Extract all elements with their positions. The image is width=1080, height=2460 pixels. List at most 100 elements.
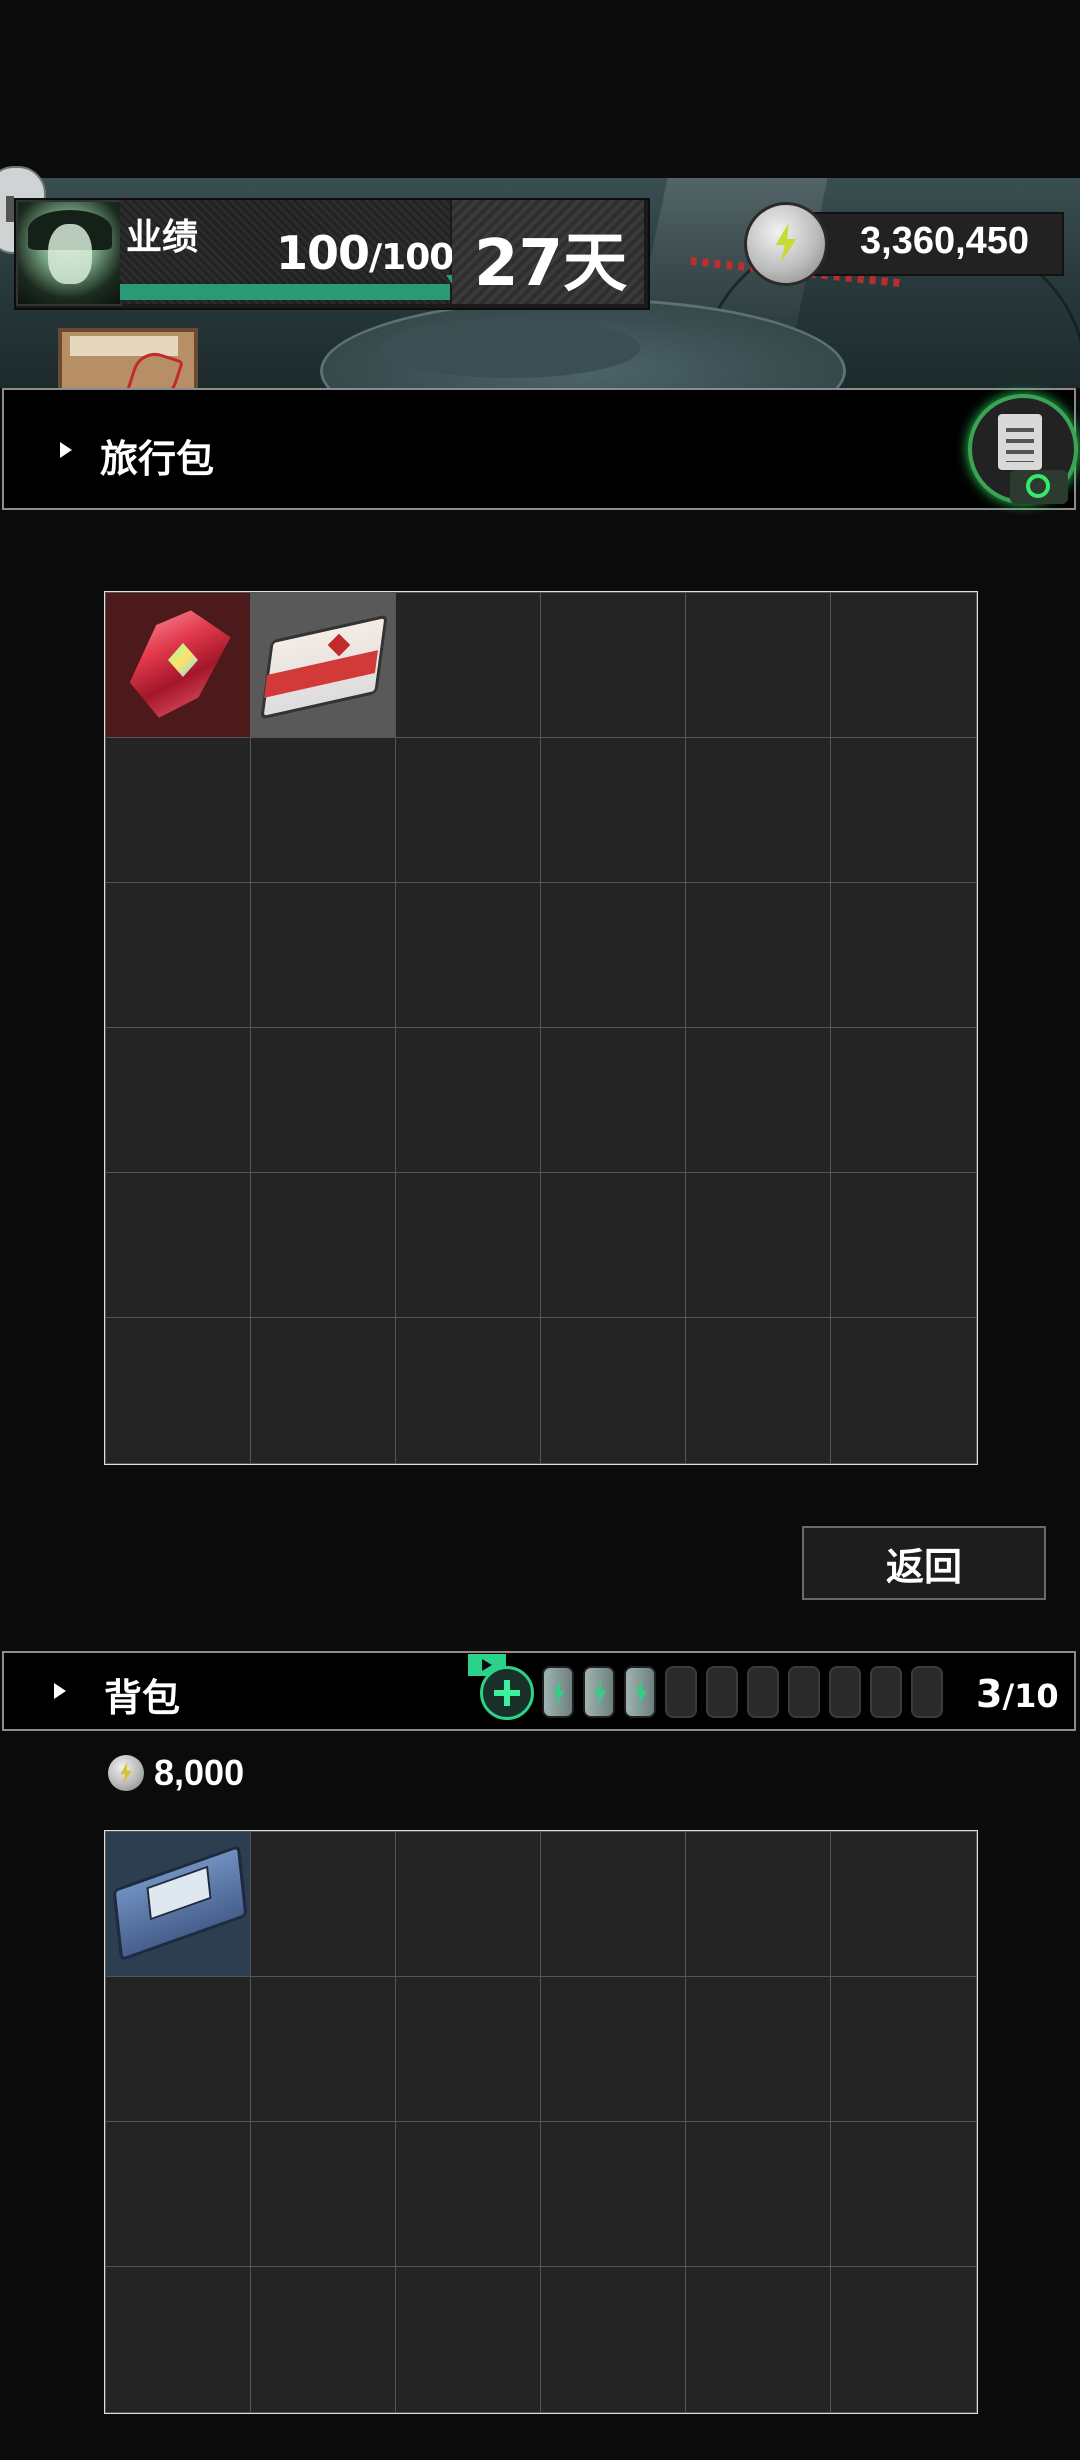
- travel-bag-slot[interactable]: [395, 1317, 542, 1464]
- travel-bag-slot[interactable]: [250, 1317, 397, 1464]
- performance-current: 100: [276, 226, 370, 280]
- performance-value: 100/100: [276, 226, 454, 280]
- slot-used: 3: [976, 1672, 1003, 1716]
- travel-bag-slot[interactable]: [830, 1027, 977, 1174]
- backpack-slot[interactable]: [685, 2121, 832, 2268]
- performance-max: /100: [369, 237, 454, 278]
- travel-bag-slot[interactable]: [540, 592, 687, 739]
- travel-bag-slot[interactable]: [105, 1027, 252, 1174]
- backpack-grid: [104, 1830, 978, 2414]
- travel-bag-slot[interactable]: [250, 1172, 397, 1319]
- backpack-slot[interactable]: [250, 1831, 397, 1978]
- battery-full-icon: [583, 1666, 615, 1718]
- battery-empty-icon: [747, 1666, 779, 1718]
- backpack-slot[interactable]: [685, 1831, 832, 1978]
- travel-bag-slot[interactable]: [540, 737, 687, 884]
- backpack-slot[interactable]: [830, 1976, 977, 2123]
- lightning-bolt-icon: [553, 1680, 565, 1706]
- travel-bag-slot[interactable]: [395, 592, 542, 739]
- travel-bag-slot[interactable]: [540, 1317, 687, 1464]
- backpack-slot[interactable]: [540, 1976, 687, 2123]
- lightning-bolt-icon: [635, 1680, 647, 1706]
- backpack-money: 8,000: [154, 1752, 245, 1793]
- currency-value: 3,360,450: [860, 220, 1030, 262]
- battery-empty-icon: [870, 1666, 902, 1718]
- backpack-slot[interactable]: [830, 2266, 977, 2413]
- clipboard-lines: [1006, 428, 1034, 462]
- add-slot-button[interactable]: [480, 1666, 534, 1720]
- travel-bag-slot[interactable]: [395, 1027, 542, 1174]
- backpack-slot[interactable]: [395, 2121, 542, 2268]
- stage-center: [380, 318, 640, 378]
- travel-bag-slot[interactable]: [105, 1172, 252, 1319]
- battery-empty-icon: [829, 1666, 861, 1718]
- performance-label: 业绩: [126, 217, 199, 258]
- battery-full-icon: [624, 1666, 656, 1718]
- slot-count: 3/10: [976, 1672, 1059, 1716]
- travel-bag-slot[interactable]: [830, 882, 977, 1029]
- travel-bag-slot[interactable]: [105, 592, 252, 739]
- travel-bag-slot[interactable]: [685, 592, 832, 739]
- travel-bag-slot[interactable]: [685, 737, 832, 884]
- travel-bag-slot[interactable]: [250, 592, 397, 739]
- battery-empty-icon: [911, 1666, 943, 1718]
- backpack-slot[interactable]: [685, 1976, 832, 2123]
- travel-bag-slot[interactable]: [685, 882, 832, 1029]
- travel-bag-slot[interactable]: [540, 1027, 687, 1174]
- travel-bag-slot[interactable]: [685, 1317, 832, 1464]
- backpack-slot[interactable]: [830, 2121, 977, 2268]
- backpack-slot[interactable]: [250, 1976, 397, 2123]
- performance-bar-fill: [120, 284, 450, 300]
- backpack-slot[interactable]: [395, 2266, 542, 2413]
- backpack-slot[interactable]: [105, 2266, 252, 2413]
- travel-bag-slot[interactable]: [395, 1172, 542, 1319]
- backpack-slot[interactable]: [685, 2266, 832, 2413]
- backpack-slot[interactable]: [250, 2266, 397, 2413]
- lightning-bolt-icon: [775, 223, 797, 263]
- travel-bag-slot[interactable]: [685, 1172, 832, 1319]
- travel-bag-slot[interactable]: [105, 737, 252, 884]
- poster-sign-banner: [70, 336, 178, 356]
- travel-bag-slot[interactable]: [250, 1027, 397, 1174]
- battery-full-icon: [542, 1666, 574, 1718]
- slot-total: /10: [1002, 1677, 1059, 1715]
- backpack-slot[interactable]: [250, 2121, 397, 2268]
- backpack-slot[interactable]: [540, 1831, 687, 1978]
- avatar-face: [48, 224, 92, 284]
- travel-bag-title: 旅行包: [100, 437, 215, 481]
- lightning-coin-icon: [108, 1755, 144, 1791]
- search-icon: [1026, 474, 1050, 498]
- backpack-slot[interactable]: [540, 2266, 687, 2413]
- backpack-title: 背包: [104, 1676, 181, 1720]
- backpack-slot[interactable]: [105, 1831, 252, 1978]
- expand-triangle-icon: [54, 1683, 66, 1699]
- travel-bag-slot[interactable]: [830, 1172, 977, 1319]
- backpack-slot[interactable]: [395, 1831, 542, 1978]
- backpack-slot[interactable]: [830, 1831, 977, 1978]
- backpack-slot[interactable]: [395, 1976, 542, 2123]
- expand-triangle-icon: [60, 442, 72, 458]
- travel-bag-slot[interactable]: [540, 1172, 687, 1319]
- travel-bag-slot[interactable]: [105, 882, 252, 1029]
- travel-bag-grid: [104, 591, 978, 1465]
- travel-bag-slot[interactable]: [830, 1317, 977, 1464]
- backpack-slot[interactable]: [105, 1976, 252, 2123]
- travel-bag-slot[interactable]: [395, 882, 542, 1029]
- backpack-slot[interactable]: [105, 2121, 252, 2268]
- avatar[interactable]: [16, 200, 122, 306]
- travel-bag-slot[interactable]: [395, 737, 542, 884]
- travel-bag-slot[interactable]: [105, 1317, 252, 1464]
- travel-bag-slot[interactable]: [540, 882, 687, 1029]
- travel-bag-slot[interactable]: [250, 737, 397, 884]
- battery-empty-icon: [665, 1666, 697, 1718]
- lightning-bolt-icon: [594, 1680, 606, 1706]
- travel-bag-slot[interactable]: [685, 1027, 832, 1174]
- battery-empty-icon: [706, 1666, 738, 1718]
- travel-bag-slot[interactable]: [830, 737, 977, 884]
- return-button[interactable]: 返回: [802, 1526, 1046, 1600]
- days-counter: 27天: [474, 227, 628, 301]
- lightning-bolt-icon: [120, 1762, 132, 1784]
- travel-bag-slot[interactable]: [250, 882, 397, 1029]
- backpack-slot[interactable]: [540, 2121, 687, 2268]
- travel-bag-slot[interactable]: [830, 592, 977, 739]
